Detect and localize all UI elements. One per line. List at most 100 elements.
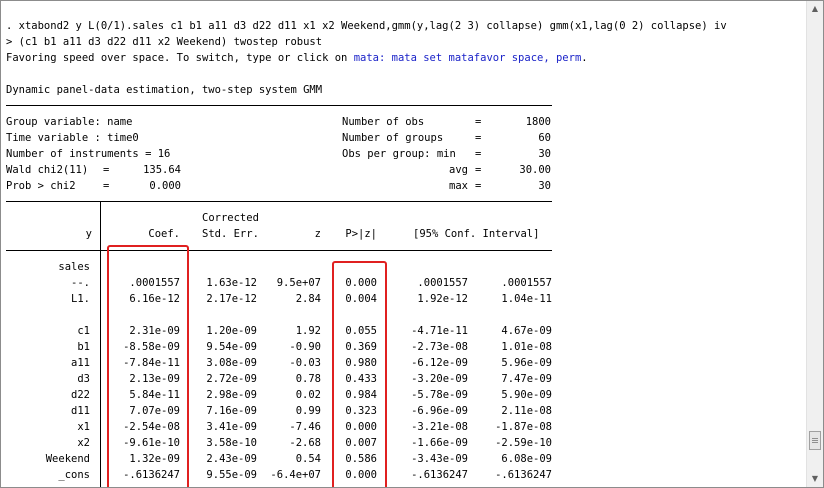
stata-results-window: . xtabond2 y L(0/1).sales c1 b1 a11 d3 d… bbox=[0, 0, 824, 488]
row-ci-high: .0001557 bbox=[501, 277, 552, 289]
row-se: 2.17e-12 bbox=[206, 293, 257, 305]
row-ci-high: 7.47e-09 bbox=[501, 373, 552, 385]
row-ci-low: .0001557 bbox=[417, 277, 468, 289]
time-variable: Time variable : time0 bbox=[6, 132, 139, 144]
group-variable: Group variable: name bbox=[6, 116, 133, 128]
scroll-up-arrow-icon[interactable]: ▲ bbox=[807, 1, 823, 17]
row-se: 2.72e-09 bbox=[206, 373, 257, 385]
row-ci-high: 1.01e-08 bbox=[501, 341, 552, 353]
row-z: 0.78 bbox=[295, 373, 321, 385]
row-z: -0.03 bbox=[289, 357, 321, 369]
wald-label: Wald chi2(11) bbox=[6, 164, 89, 176]
divider-table-top bbox=[6, 201, 552, 202]
scroll-down-arrow-icon[interactable]: ▼ bbox=[807, 471, 823, 487]
row-ci-low: -2.73e-08 bbox=[411, 341, 468, 353]
prob-equals: = bbox=[103, 180, 110, 192]
mata-favor-space-link[interactable]: mata: mata set matafavor space, perm bbox=[354, 52, 582, 64]
number-of-instruments: Number of instruments = 16 bbox=[6, 148, 171, 160]
row-z: -0.90 bbox=[289, 341, 321, 353]
row-se: 3.58e-10 bbox=[206, 437, 257, 449]
header-coef: Coef. bbox=[148, 228, 180, 240]
header-std-err: Std. Err. bbox=[202, 228, 259, 240]
max-label: max bbox=[449, 180, 468, 192]
row-var: d22 bbox=[71, 389, 90, 401]
ngroups-label: Number of groups bbox=[342, 132, 444, 144]
row-ci-low: -.6136247 bbox=[411, 469, 468, 481]
row-se: 3.08e-09 bbox=[206, 357, 257, 369]
notice-suffix: . bbox=[581, 52, 588, 64]
min-equals: = bbox=[475, 148, 482, 160]
row-var: x2 bbox=[77, 437, 90, 449]
scrollbar-thumb[interactable] bbox=[809, 431, 821, 450]
row-var: a11 bbox=[71, 357, 90, 369]
row-ci-low: -6.96e-09 bbox=[411, 405, 468, 417]
row-ci-low: 1.92e-12 bbox=[417, 293, 468, 305]
command-line-2: > (c1 b1 a11 d3 d22 d11 x2 Weekend) twos… bbox=[6, 36, 323, 48]
header-z: z bbox=[314, 228, 321, 240]
row-ci-high: 5.96e-09 bbox=[501, 357, 552, 369]
row-ci-low: -3.43e-09 bbox=[411, 453, 468, 465]
avg-equals: = bbox=[475, 164, 482, 176]
row-ci-low: -3.20e-09 bbox=[411, 373, 468, 385]
row-se: 3.41e-09 bbox=[206, 421, 257, 433]
divider-top bbox=[6, 105, 552, 106]
row-ci-high: -2.59e-10 bbox=[495, 437, 552, 449]
row-var: L1. bbox=[71, 293, 90, 305]
avg-label: avg bbox=[449, 164, 468, 176]
row-var: --. bbox=[71, 277, 90, 289]
results-output: . xtabond2 y L(0/1).sales c1 b1 a11 d3 d… bbox=[1, 1, 807, 487]
obs-per-group-min: 30 bbox=[538, 148, 551, 160]
row-ci-high: 6.08e-09 bbox=[501, 453, 552, 465]
command-line-1: . xtabond2 y L(0/1).sales c1 b1 a11 d3 d… bbox=[6, 20, 727, 32]
wald-value: 135.64 bbox=[143, 164, 181, 176]
row-ci-high: -1.87e-08 bbox=[495, 421, 552, 433]
row-se: 7.16e-09 bbox=[206, 405, 257, 417]
avg-value: 30.00 bbox=[519, 164, 551, 176]
divider-table-header bbox=[6, 250, 552, 251]
speed-notice: Favoring speed over space. To switch, ty… bbox=[6, 50, 588, 66]
row-var: Weekend bbox=[45, 453, 90, 465]
row-se: 1.63e-12 bbox=[206, 277, 257, 289]
ngroups-equals: = bbox=[475, 132, 482, 144]
row-z: -6.4e+07 bbox=[270, 469, 321, 481]
row-se: 2.43e-09 bbox=[206, 453, 257, 465]
row-ci-low: -4.71e-11 bbox=[411, 325, 468, 337]
pvalue-column-highlight bbox=[332, 261, 387, 487]
notice-text: Favoring speed over space. To switch, ty… bbox=[6, 52, 354, 64]
ngroups-value: 60 bbox=[538, 132, 551, 144]
row-ci-low: -6.12e-09 bbox=[411, 357, 468, 369]
row-z: 1.92 bbox=[295, 325, 321, 337]
row-ci-high: 5.90e-09 bbox=[501, 389, 552, 401]
max-equals: = bbox=[475, 180, 482, 192]
row-z: 2.84 bbox=[295, 293, 321, 305]
wald-equals: = bbox=[103, 164, 110, 176]
header-p: P>|z| bbox=[345, 228, 377, 240]
row-var: d11 bbox=[71, 405, 90, 417]
group-label-sales: sales bbox=[58, 261, 90, 273]
header-corrected: Corrected bbox=[202, 212, 259, 224]
row-ci-low: -5.78e-09 bbox=[411, 389, 468, 401]
prob-label: Prob > chi2 bbox=[6, 180, 76, 192]
row-ci-high: -.6136247 bbox=[495, 469, 552, 481]
max-value: 30 bbox=[538, 180, 551, 192]
row-z: 0.02 bbox=[295, 389, 321, 401]
estimation-title: Dynamic panel-data estimation, two-step … bbox=[6, 84, 323, 96]
row-se: 2.98e-09 bbox=[206, 389, 257, 401]
row-var: b1 bbox=[77, 341, 90, 353]
nobs-equals: = bbox=[475, 116, 482, 128]
row-ci-low: -3.21e-08 bbox=[411, 421, 468, 433]
row-z: 0.54 bbox=[295, 453, 321, 465]
row-ci-high: 2.11e-08 bbox=[501, 405, 552, 417]
row-var: c1 bbox=[77, 325, 90, 337]
row-se: 9.55e-09 bbox=[206, 469, 257, 481]
prob-value: 0.000 bbox=[149, 180, 181, 192]
row-ci-high: 1.04e-11 bbox=[501, 293, 552, 305]
nobs-value: 1800 bbox=[525, 116, 551, 128]
grip-icon bbox=[812, 437, 818, 444]
row-var: _cons bbox=[58, 469, 90, 481]
row-z: 9.5e+07 bbox=[276, 277, 321, 289]
row-se: 1.20e-09 bbox=[206, 325, 257, 337]
nobs-label: Number of obs bbox=[342, 116, 425, 128]
row-ci-low: -1.66e-09 bbox=[411, 437, 468, 449]
vertical-scrollbar[interactable]: ▲ ▼ bbox=[806, 1, 823, 487]
